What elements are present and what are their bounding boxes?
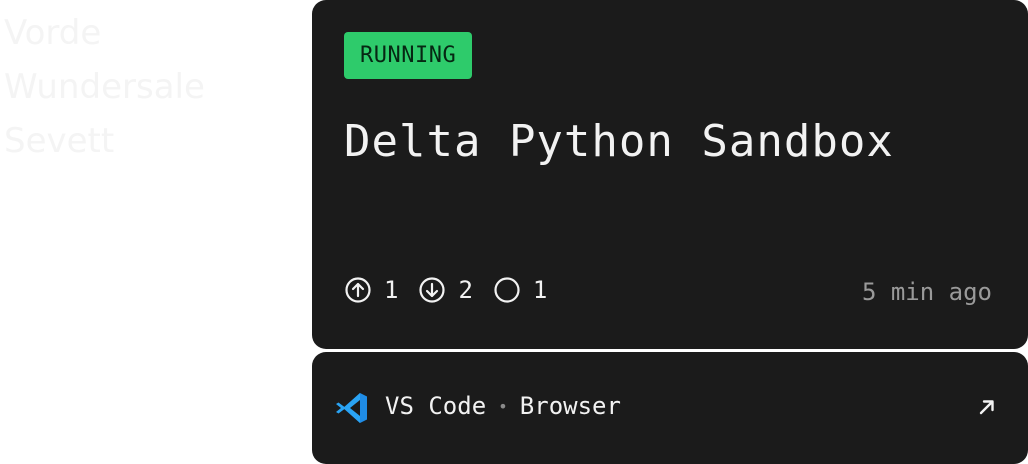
stat-circle-count: 1 (532, 276, 548, 304)
last-updated-time: 5 min ago (861, 278, 992, 306)
stat-down: 2 (418, 276, 473, 304)
arrow-up-right-icon (979, 400, 994, 415)
vscode-icon (336, 393, 367, 423)
stat-down-count: 2 (458, 276, 473, 304)
sandbox-title[interactable]: Delta Python Sandbox (344, 116, 894, 167)
open-external-button[interactable] (972, 392, 1002, 422)
tools-list: VS Code • Browser (385, 392, 621, 420)
background-ghost-text: Vorde Wundersale Sevett (4, 13, 205, 161)
stat-up-count: 1 (384, 276, 399, 304)
tool-browser-label[interactable]: Browser (520, 392, 621, 420)
stat-up: 1 (344, 276, 398, 304)
arrow-up-circle-icon (345, 277, 371, 303)
arrow-down-circle-icon (419, 277, 446, 303)
stat-circle: 1 (493, 276, 547, 304)
sandbox-card[interactable]: RUNNING Delta Python Sandbox 1 2 1 5 min… (312, 0, 1028, 349)
status-badge: RUNNING (344, 32, 473, 79)
circle-icon (494, 277, 520, 303)
tools-footer[interactable]: VS Code • Browser (312, 352, 1028, 464)
separator-dot: • (498, 396, 508, 416)
tool-vscode-label[interactable]: VS Code (385, 392, 486, 420)
stats-row: 1 2 1 (344, 276, 547, 304)
